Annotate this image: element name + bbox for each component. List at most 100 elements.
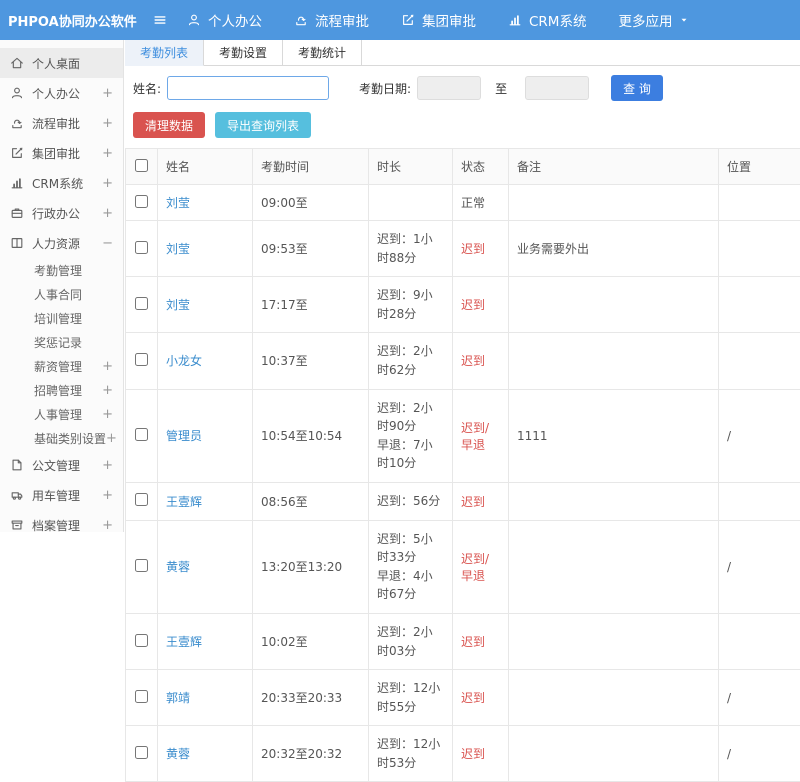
time-cell: 13:20至13:20: [253, 520, 369, 613]
row-checkbox[interactable]: [135, 746, 148, 759]
table-row: 刘莹09:00至正常: [126, 185, 800, 221]
row-checkbox[interactable]: [135, 634, 148, 647]
employee-name-link[interactable]: 王壹辉: [166, 635, 202, 649]
expand-plus-icon[interactable]: +: [102, 86, 113, 101]
tab-1[interactable]: 考勤列表: [125, 40, 204, 66]
sidebar-item-label: 集团审批: [32, 145, 94, 162]
sidebar-subitem-8[interactable]: 基础类别设置+: [0, 426, 123, 450]
employee-name-link[interactable]: 小龙女: [166, 354, 202, 368]
sidebar-item-10[interactable]: 档案管理+: [0, 510, 123, 532]
topnav-label: 集团审批: [422, 10, 476, 30]
duration-cell: 迟到：5小时33分早退：4小时67分: [369, 520, 453, 613]
date-label: 考勤日期:: [359, 80, 411, 97]
column-header-5: 备注: [509, 149, 719, 185]
sidebar-item-1[interactable]: 个人桌面: [0, 48, 123, 78]
share-icon: [294, 13, 308, 27]
sidebar-item-label: 公文管理: [32, 457, 94, 474]
sidebar-subitem-label: 人事合同: [34, 286, 113, 303]
row-checkbox[interactable]: [135, 241, 148, 254]
row-checkbox[interactable]: [135, 353, 148, 366]
sidebar-item-6[interactable]: 行政办公+: [0, 198, 123, 228]
employee-name-link[interactable]: 刘莹: [166, 242, 190, 256]
row-checkbox-cell: [126, 482, 158, 520]
row-checkbox[interactable]: [135, 559, 148, 572]
employee-name-link[interactable]: 刘莹: [166, 298, 190, 312]
tab-3[interactable]: 考勤统计: [283, 40, 362, 66]
topnav-label: CRM系统: [529, 10, 586, 30]
sidebar-item-5[interactable]: CRM系统+: [0, 168, 123, 198]
select-all-checkbox[interactable]: [135, 159, 148, 172]
row-checkbox[interactable]: [135, 297, 148, 310]
expand-plus-icon[interactable]: +: [102, 146, 113, 161]
sidebar-item-3[interactable]: 流程审批+: [0, 108, 123, 138]
date-from-input[interactable]: [417, 76, 481, 100]
name-cell: 王壹辉: [158, 482, 253, 520]
row-checkbox[interactable]: [135, 690, 148, 703]
sidebar-item-9[interactable]: 用车管理+: [0, 480, 123, 510]
employee-name-link[interactable]: 黄蓉: [166, 560, 190, 574]
status-cell: 迟到: [453, 277, 509, 333]
sidebar-subitem-5[interactable]: 薪资管理+: [0, 354, 123, 378]
clear-data-button[interactable]: 清理数据: [133, 112, 205, 138]
row-checkbox-cell: [126, 221, 158, 277]
menu-icon[interactable]: [153, 13, 167, 27]
column-header-2: 考勤时间: [253, 149, 369, 185]
employee-name-link[interactable]: 刘莹: [166, 196, 190, 210]
expand-plus-icon[interactable]: +: [106, 431, 117, 446]
expand-plus-icon[interactable]: +: [102, 488, 113, 503]
topnav-item-1[interactable]: 个人办公: [187, 10, 262, 30]
employee-name-link[interactable]: 王壹辉: [166, 495, 202, 509]
duration-line: 迟到：12小时55分: [377, 679, 444, 716]
sidebar-item-4[interactable]: 集团审批 +: [0, 138, 123, 168]
expand-plus-icon[interactable]: +: [102, 116, 113, 131]
table-row: 刘莹09:53至迟到：1小时88分迟到业务需要外出: [126, 221, 800, 277]
location-cell: /: [719, 389, 800, 482]
table-header-row: 姓名考勤时间时长状态备注位置: [126, 149, 800, 185]
time-cell: 10:02至: [253, 613, 369, 669]
table-row: 管理员10:54至10:54迟到：2小时90分早退：7小时10分迟到/早退111…: [126, 389, 800, 482]
expand-plus-icon[interactable]: +: [102, 206, 113, 221]
header-checkbox-cell: [126, 149, 158, 185]
sidebar-subitem-6[interactable]: 招聘管理+: [0, 378, 123, 402]
sidebar-subitem-2[interactable]: 人事合同: [0, 282, 123, 306]
topnav-item-4[interactable]: CRM系统: [508, 10, 586, 30]
duration-line: 迟到：2小时62分: [377, 342, 444, 379]
duration-cell: [369, 185, 453, 221]
sidebar-item-7[interactable]: 人力资源−: [0, 228, 123, 258]
row-checkbox-cell: [126, 277, 158, 333]
expand-plus-icon[interactable]: +: [102, 359, 113, 374]
date-to-input[interactable]: [525, 76, 589, 100]
export-list-button[interactable]: 导出查询列表: [215, 112, 311, 138]
archive-icon: [10, 518, 24, 532]
topnav-item-2[interactable]: 流程审批: [294, 10, 369, 30]
topnav-item-5[interactable]: 更多应用: [618, 10, 689, 30]
employee-name-link[interactable]: 管理员: [166, 429, 202, 443]
expand-plus-icon[interactable]: +: [102, 407, 113, 422]
expand-plus-icon[interactable]: +: [102, 383, 113, 398]
sidebar-subitem-3[interactable]: 培训管理: [0, 306, 123, 330]
employee-name-link[interactable]: 黄蓉: [166, 747, 190, 761]
sidebar-subitem-4[interactable]: 奖惩记录: [0, 330, 123, 354]
note-cell: [509, 726, 719, 782]
query-button[interactable]: 查 询: [611, 75, 663, 101]
row-checkbox[interactable]: [135, 493, 148, 506]
row-checkbox[interactable]: [135, 428, 148, 441]
expand-plus-icon[interactable]: +: [102, 518, 113, 533]
sidebar-subitem-7[interactable]: 人事管理+: [0, 402, 123, 426]
tab-2[interactable]: 考勤设置: [204, 40, 283, 66]
name-cell: 黄蓉: [158, 520, 253, 613]
expand-plus-icon[interactable]: +: [102, 458, 113, 473]
name-input[interactable]: [167, 76, 329, 100]
sidebar-item-8[interactable]: 公文管理 +: [0, 450, 123, 480]
topnav-item-3[interactable]: 集团审批: [401, 10, 476, 30]
sidebar-item-2[interactable]: 个人办公+: [0, 78, 123, 108]
time-cell: 09:00至: [253, 185, 369, 221]
employee-name-link[interactable]: 郭靖: [166, 691, 190, 705]
sidebar-subitem-1[interactable]: 考勤管理: [0, 258, 123, 282]
row-checkbox[interactable]: [135, 195, 148, 208]
location-cell: [719, 613, 800, 669]
tab-strip: 考勤列表考勤设置考勤统计: [125, 40, 800, 66]
expand-plus-icon[interactable]: +: [102, 176, 113, 191]
note-cell: 1111: [509, 389, 719, 482]
collapse-minus-icon[interactable]: −: [102, 236, 113, 251]
